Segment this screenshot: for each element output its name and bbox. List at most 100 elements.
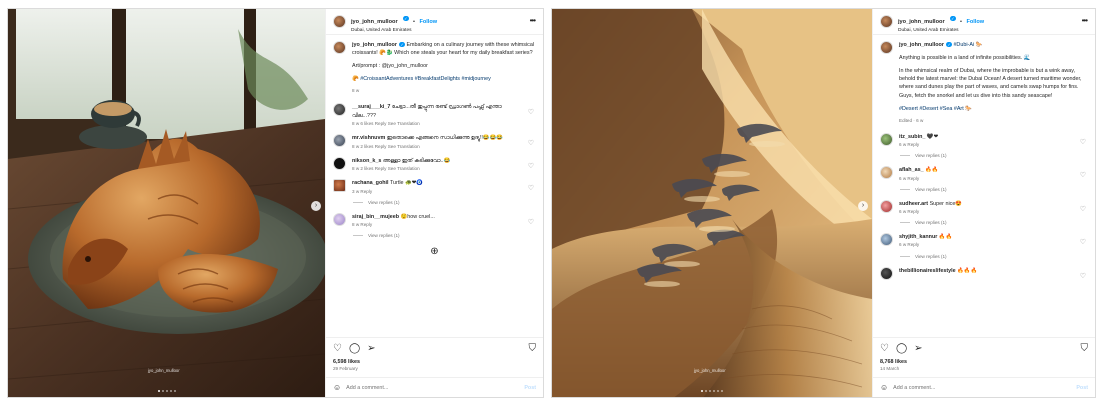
caption-line: Anything is possible in a land of infini… bbox=[899, 55, 1031, 62]
comment-text: 😟how cruel... bbox=[400, 213, 435, 220]
image-watermark: jyo_john_mulloor bbox=[694, 368, 726, 373]
comment-item: siraj_bin__mujeeb 😟how cruel... 8 w Reply… bbox=[333, 212, 536, 228]
avatar[interactable] bbox=[880, 199, 893, 213]
heart-icon[interactable]: ♡ bbox=[528, 218, 534, 226]
avatar[interactable] bbox=[880, 233, 893, 247]
heart-icon[interactable]: ♡ bbox=[528, 139, 534, 147]
post-comment-button[interactable]: Post bbox=[524, 385, 536, 391]
comment-username[interactable]: __suraj___ki_7 bbox=[352, 104, 390, 110]
bookmark-icon[interactable]: ⛉ bbox=[529, 343, 537, 354]
comment-icon[interactable]: ◯ bbox=[896, 343, 907, 354]
view-replies-link[interactable]: View replies (1) bbox=[900, 187, 1088, 192]
comment-text: Turtle 🐢❤🧿 bbox=[389, 180, 423, 187]
comment-username[interactable]: mr.vishnuvm bbox=[352, 135, 385, 141]
chevron-right-icon[interactable]: › bbox=[858, 201, 868, 211]
caption-time: Edited · 6 w bbox=[899, 117, 924, 123]
avatar[interactable] bbox=[880, 166, 893, 180]
comment-username[interactable]: thebillionaireslifestyle bbox=[899, 268, 956, 274]
view-replies-link[interactable]: View replies (1) bbox=[900, 153, 1088, 158]
header-username[interactable]: jyo_john_mulloor bbox=[898, 19, 945, 25]
comment-meta[interactable]: 3 w Reply bbox=[352, 188, 522, 195]
emoji-icon[interactable]: ☺ bbox=[880, 383, 888, 392]
comment-username[interactable]: siraj_bin__mujeeb bbox=[352, 214, 399, 220]
heart-icon[interactable]: ♡ bbox=[1080, 205, 1086, 213]
avatar[interactable] bbox=[333, 179, 346, 193]
comments-section[interactable]: jyo_john_mulloor ✓ Embarking on a culina… bbox=[326, 35, 543, 337]
heart-icon[interactable]: ♡ bbox=[1080, 272, 1086, 280]
avatar[interactable] bbox=[333, 41, 346, 54]
avatar[interactable] bbox=[333, 156, 346, 170]
heart-icon[interactable]: ♡ bbox=[528, 162, 534, 170]
share-icon[interactable]: ➢ bbox=[367, 343, 375, 354]
location-link[interactable]: Dubai, United Arab Emirates bbox=[898, 28, 984, 34]
comment-meta[interactable]: 6 w Reply bbox=[899, 208, 1074, 215]
caption-text: In the whimsical realm of Dubai, where t… bbox=[899, 68, 1082, 99]
comment-username[interactable]: sudheer.art bbox=[899, 201, 928, 207]
avatar[interactable] bbox=[880, 15, 893, 28]
bookmark-icon[interactable]: ⛉ bbox=[1081, 343, 1089, 354]
comments-section[interactable]: jyo_john_mulloor ✓ #Dubi-Ai 🐎 Anything i… bbox=[873, 35, 1095, 337]
comment-username[interactable]: aflah_as_ bbox=[899, 167, 924, 173]
avatar[interactable] bbox=[333, 134, 346, 148]
add-comment-bar: ☺ Add a comment... Post bbox=[873, 377, 1095, 397]
plus-circle-icon[interactable]: ⊕ bbox=[333, 246, 536, 257]
post-comment-button[interactable]: Post bbox=[1076, 385, 1088, 391]
avatar[interactable] bbox=[880, 132, 893, 146]
emoji-icon[interactable]: ☺ bbox=[333, 383, 341, 392]
comment-meta[interactable]: 8 w 2 likes Reply See Translation bbox=[352, 143, 522, 150]
comment-username[interactable]: shyjith_kannur bbox=[899, 234, 937, 240]
avatar[interactable] bbox=[880, 41, 893, 54]
add-comment-bar: ☺ Add a comment... Post bbox=[326, 377, 543, 397]
comment-meta[interactable]: 8 w Reply bbox=[352, 221, 522, 228]
heart-icon[interactable]: ♡ bbox=[528, 184, 534, 192]
comment-item: nikson_k_s അള്ളാ ഇത് കടിക്കുവോ..😂 8 w 2 l… bbox=[333, 156, 536, 172]
caption-hashtags[interactable]: 🥐 #CroissantAdventures #BreakfastDelight… bbox=[352, 75, 536, 83]
comment-meta[interactable]: 6 w Reply bbox=[899, 241, 1074, 248]
follow-button[interactable]: Follow bbox=[419, 19, 437, 25]
comment-text: Super nice😍 bbox=[929, 200, 963, 207]
avatar[interactable] bbox=[333, 212, 346, 226]
comment-item: __suraj___ki_7 ചേട്ടാ...തീ തുപ്പുന്ന രണ്… bbox=[333, 103, 536, 127]
post-date: 29 February bbox=[333, 366, 358, 371]
view-replies-link[interactable]: View replies (1) bbox=[900, 254, 1088, 259]
heart-icon[interactable]: ♡ bbox=[333, 343, 342, 354]
comment-username[interactable]: itz_subin_ bbox=[899, 134, 925, 140]
caption-username[interactable]: jyo_john_mulloor bbox=[899, 42, 944, 48]
comment-username[interactable]: rachana_gohil bbox=[352, 180, 389, 186]
post-image-desert-dolphins[interactable]: jyo_john_mulloor › bbox=[552, 9, 872, 397]
post-image-croissant-dragon[interactable]: jyo_john_mulloor › bbox=[8, 9, 325, 397]
chevron-right-icon[interactable]: › bbox=[311, 201, 321, 211]
comment-meta[interactable]: 6 w Reply bbox=[899, 175, 1074, 182]
avatar[interactable] bbox=[880, 266, 893, 280]
heart-icon[interactable]: ♡ bbox=[880, 343, 889, 354]
share-icon[interactable]: ➢ bbox=[914, 343, 922, 354]
view-replies-link[interactable]: View replies (1) bbox=[353, 233, 536, 238]
more-options-icon[interactable]: ••• bbox=[530, 16, 536, 25]
more-options-icon[interactable]: ••• bbox=[1082, 16, 1088, 25]
heart-icon[interactable]: ♡ bbox=[1080, 138, 1086, 146]
verified-badge-icon: ✓ bbox=[403, 15, 409, 22]
comment-username[interactable]: nikson_k_s bbox=[352, 158, 381, 164]
verified-badge-icon: ✓ bbox=[946, 41, 952, 48]
comment-meta[interactable]: 8 w 2 likes Reply See Translation bbox=[352, 165, 522, 172]
avatar[interactable] bbox=[333, 103, 346, 117]
heart-icon[interactable]: ♡ bbox=[1080, 238, 1086, 246]
view-replies-link[interactable]: View replies (1) bbox=[900, 220, 1088, 225]
caption-username[interactable]: jyo_john_mulloor bbox=[352, 42, 397, 48]
comment-meta[interactable]: 8 w 6 likes Reply See Translation bbox=[352, 120, 522, 127]
add-comment-input[interactable]: Add a comment... bbox=[893, 385, 935, 391]
follow-button[interactable]: Follow bbox=[966, 19, 984, 25]
heart-icon[interactable]: ♡ bbox=[528, 108, 534, 116]
comment-meta[interactable]: 6 w Reply bbox=[899, 141, 1074, 148]
add-comment-input[interactable]: Add a comment... bbox=[346, 385, 388, 391]
caption-time: 8 w bbox=[352, 88, 360, 94]
header-username[interactable]: jyo_john_mulloor bbox=[351, 19, 398, 25]
avatar[interactable] bbox=[333, 15, 346, 28]
comment-icon[interactable]: ◯ bbox=[349, 343, 360, 354]
view-replies-link[interactable]: View replies (1) bbox=[353, 200, 536, 205]
heart-icon[interactable]: ♡ bbox=[1080, 171, 1086, 179]
image-watermark: jyo_john_mulloor bbox=[148, 368, 180, 373]
caption-tag[interactable]: #Dubi-Ai 🐎 bbox=[953, 42, 982, 48]
caption-hashtags[interactable]: #Desert #Desert #Sea #Art 🐎 bbox=[899, 105, 1088, 113]
location-link[interactable]: Dubai, United Arab Emirates bbox=[351, 28, 437, 34]
